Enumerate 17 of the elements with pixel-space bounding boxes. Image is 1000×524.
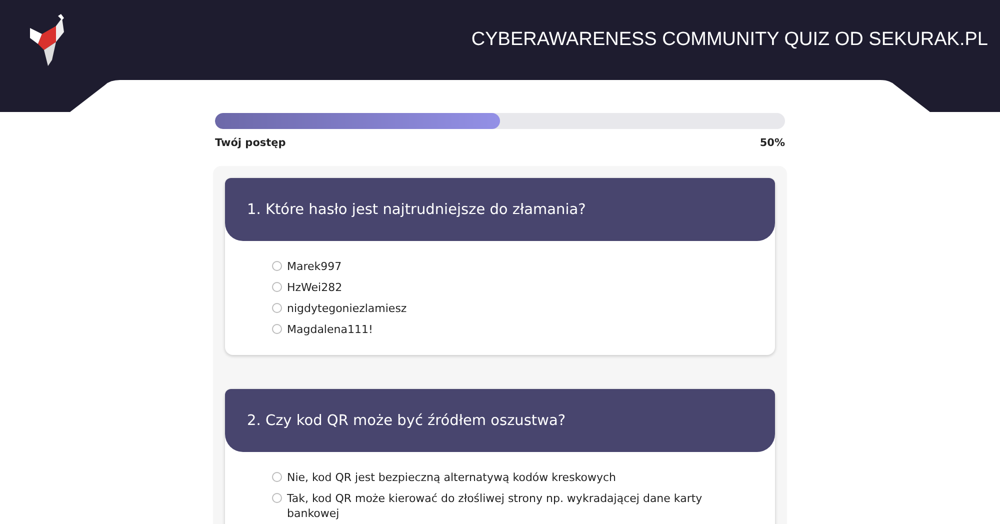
answer-option[interactable]: Tak, kod QR może kierować do złośliwej strony np. wykradającej dane karty bankowej xyxy=(272,491,712,521)
question-title: 1. Które hasło jest najtrudniejsze do złamania? xyxy=(225,178,775,241)
answer-option[interactable]: HzWei282 xyxy=(272,280,712,295)
progress-percent: 50% xyxy=(760,137,785,149)
answer-option[interactable]: Magdalena111! xyxy=(272,322,712,337)
answer-option[interactable]: Marek997 xyxy=(272,259,712,274)
answer-option[interactable]: Nie, kod QR jest bezpieczną alternatywą kodów kreskowych xyxy=(272,470,712,485)
radio-button[interactable] xyxy=(272,472,282,482)
radio-button[interactable] xyxy=(272,261,282,271)
radio-button[interactable] xyxy=(272,282,282,292)
question-title: 2. Czy kod QR może być źródłem oszustwa? xyxy=(225,389,775,452)
answer-option[interactable]: nigdytegoniezlamiesz xyxy=(272,301,712,316)
quiz-title: CYBERAWARENESS COMMUNITY QUIZ OD SEKURAK.PL xyxy=(471,29,988,51)
radio-button[interactable] xyxy=(272,303,282,313)
progress-label: Twój postęp xyxy=(215,137,286,149)
radio-button[interactable] xyxy=(272,324,282,334)
radio-button[interactable] xyxy=(272,493,282,503)
